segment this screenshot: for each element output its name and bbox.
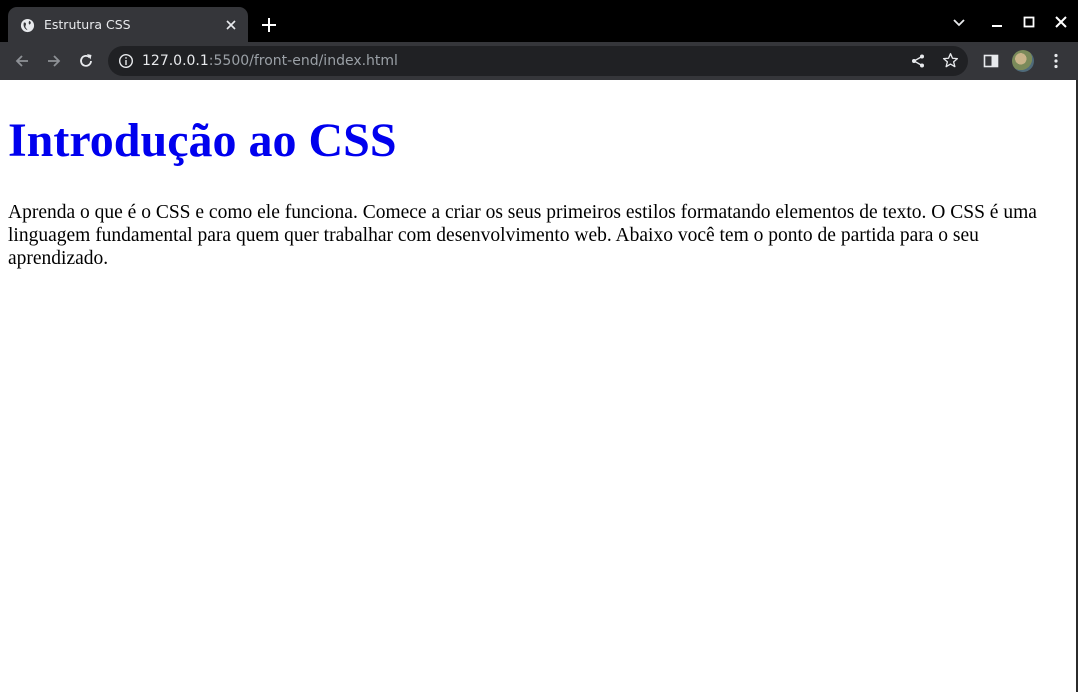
close-window-icon[interactable]: [1053, 14, 1069, 30]
page-viewport: Introdução ao CSS Aprenda o que é o CSS …: [0, 80, 1078, 692]
forward-icon[interactable]: [45, 52, 63, 70]
maximize-icon[interactable]: [1021, 14, 1037, 30]
page-title: Introdução ao CSS: [8, 114, 397, 167]
address-bar[interactable]: 127.0.0.1:5500/front-end/index.html: [108, 46, 968, 76]
browser-toolbar: 127.0.0.1:5500/front-end/index.html: [0, 42, 1078, 80]
share-icon[interactable]: [910, 53, 926, 69]
back-icon[interactable]: [13, 52, 31, 70]
url-text[interactable]: 127.0.0.1:5500/front-end/index.html: [142, 46, 398, 76]
profile-avatar[interactable]: [1012, 50, 1034, 72]
tab-strip: Estrutura CSS: [0, 0, 1078, 42]
side-panel-icon[interactable]: [982, 52, 1000, 70]
url-host: 127.0.0.1: [142, 53, 209, 69]
page-paragraph: Aprenda o que é o CSS e como ele funcion…: [8, 202, 1037, 269]
bookmark-star-icon[interactable]: [942, 52, 959, 69]
chevron-down-icon[interactable]: [951, 14, 967, 30]
tab-title: Estrutura CSS: [44, 17, 131, 32]
minimize-icon[interactable]: [989, 14, 1005, 30]
new-tab-icon[interactable]: [260, 16, 278, 34]
globe-icon: [20, 18, 35, 33]
close-tab-icon[interactable]: [224, 18, 238, 32]
info-icon[interactable]: [118, 53, 134, 69]
url-path: :5500/front-end/index.html: [208, 53, 398, 69]
menu-kebab-icon[interactable]: [1047, 52, 1065, 70]
reload-icon[interactable]: [77, 52, 95, 70]
browser-tab[interactable]: Estrutura CSS: [8, 7, 248, 42]
